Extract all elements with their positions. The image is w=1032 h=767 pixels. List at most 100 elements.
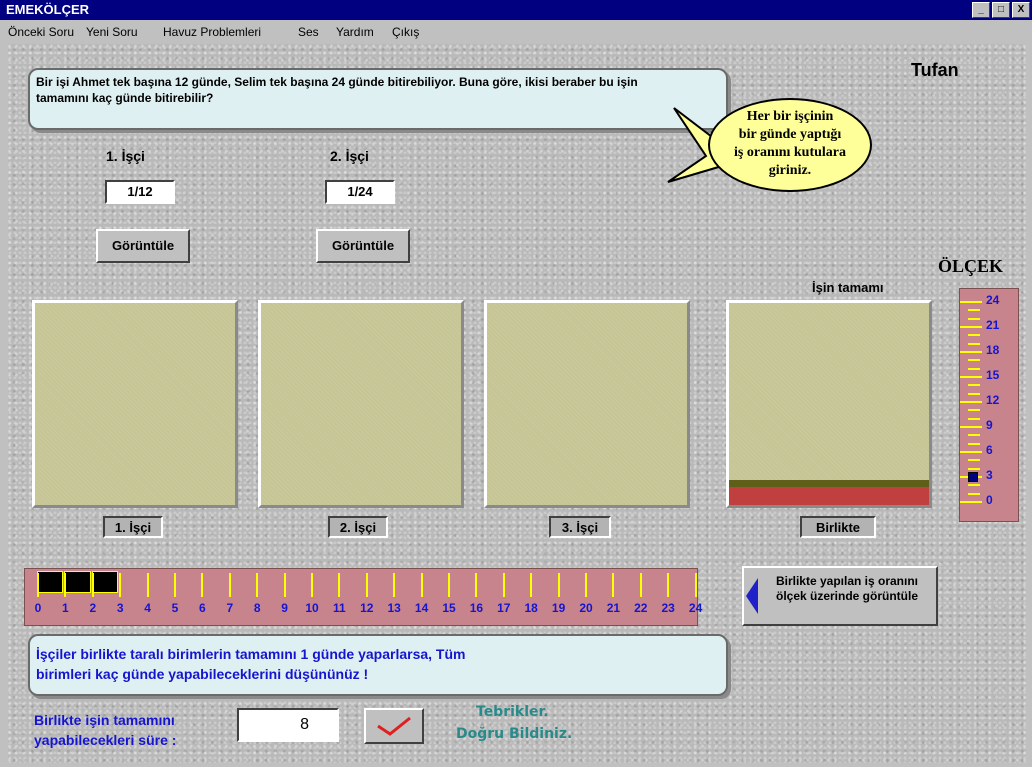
filled-unit-block [91, 571, 119, 593]
number-line-label: 16 [469, 601, 484, 615]
number-line-tick [530, 573, 533, 597]
window-title: EMEKÖLÇER [6, 2, 90, 17]
scale-tick [968, 342, 980, 345]
whole-work-label: İşin tamamı [812, 280, 884, 295]
scale-label: 18 [986, 343, 1000, 357]
number-line-tick [420, 573, 423, 597]
scale-tick [968, 334, 980, 337]
number-line-label: 0 [34, 601, 42, 615]
worker2-label: 2. İşçi [330, 148, 369, 164]
scale-label: 21 [986, 318, 1000, 332]
scale-title: ÖLÇEK [938, 256, 1004, 276]
number-line-label: 3 [116, 601, 124, 615]
number-line-tick [174, 573, 176, 597]
number-line-label: 9 [281, 601, 288, 615]
scale-tick [968, 417, 980, 420]
left-arrow-icon [746, 578, 758, 614]
show-on-scale-button[interactable]: Birlikte yapılan iş oranını ölçek üzerin… [742, 566, 938, 626]
filled-unit-block [64, 571, 91, 593]
scale-tick [968, 492, 980, 495]
worker3-box-label: 3. İşçi [549, 516, 611, 538]
scale-tick [960, 326, 982, 328]
scale-tick [968, 467, 980, 470]
question-panel: Bir işi Ahmet tek başına 12 günde, Selim… [28, 68, 728, 130]
close-button[interactable]: X [1012, 2, 1030, 18]
hint-bubble: Her bir işçinin bir günde yaptığı iş ora… [708, 98, 872, 192]
minimize-button[interactable]: _ [972, 2, 990, 18]
number-line-label: 17 [497, 601, 511, 615]
number-line-tick [585, 573, 587, 597]
number-line-label: 10 [305, 601, 319, 615]
menu-pool-problems[interactable]: Havuz Problemleri [163, 25, 261, 39]
main-area: Bir işi Ahmet tek başına 12 günde, Selim… [8, 44, 1026, 763]
worker1-ratio-input[interactable]: 1/12 [105, 180, 175, 204]
scale-tick [968, 434, 980, 437]
number-line-tick [119, 573, 122, 597]
check-button[interactable] [364, 708, 424, 744]
together-fill-border [729, 479, 929, 488]
worker1-box [32, 300, 238, 508]
maximize-button[interactable]: □ [992, 2, 1010, 18]
menu-help[interactable]: Yardım [336, 25, 374, 39]
number-line-label: 23 [661, 601, 675, 615]
worker2-show-button[interactable]: Görüntüle [316, 229, 410, 263]
hint-line: iş oranını kutulara [733, 145, 847, 160]
number-line-label: 1 [62, 601, 69, 615]
worker3-box [484, 300, 690, 508]
number-line-label: 19 [551, 601, 566, 615]
menu-previous-question[interactable]: Önceki Soru [8, 25, 74, 39]
question-text: Bir işi Ahmet tek başına 12 günde, Selim… [36, 75, 638, 105]
scale-tick [968, 459, 980, 462]
number-line: 0 1 2 3 4 5 6 7 8 9 10 11 12 13 14 15 16 17 18 19 20 21 22 23 24 [24, 568, 702, 626]
filled-unit-block [37, 571, 64, 593]
menu-exit[interactable]: Çıkış [392, 25, 419, 39]
number-line-tick [365, 573, 368, 597]
scale-tick [960, 401, 982, 403]
number-line-tick [283, 573, 286, 597]
number-line-tick [393, 573, 396, 597]
number-line-label: 14 [414, 601, 429, 615]
number-line-label: 21 [606, 601, 621, 615]
menu-sound[interactable]: Ses [298, 25, 319, 39]
hint-line: bir günde yaptığı [738, 127, 842, 142]
info-text: İşçiler birlikte taralı birimlerin tamam… [36, 646, 466, 682]
scale-tick [960, 376, 982, 378]
scale-tick [968, 384, 980, 387]
congrats-title: Tebrikler. [476, 704, 549, 720]
scale-tick [968, 442, 980, 445]
number-line-label: 11 [333, 601, 346, 615]
scale-tick [968, 484, 980, 487]
congrats-message: Doğru Bildiniz. [456, 726, 573, 742]
number-line-tick [612, 573, 615, 597]
scale-tick [968, 409, 980, 412]
number-line-tick [91, 573, 94, 597]
number-line-tick [448, 573, 450, 597]
scale-label: 12 [986, 393, 1000, 407]
number-line-label: 7 [226, 601, 234, 615]
checkmark-icon [377, 716, 411, 736]
number-line-tick [667, 573, 670, 597]
menu-bar: Önceki Soru Yeni Soru Havuz Problemleri … [0, 20, 1032, 44]
show-on-scale-label: Birlikte yapılan iş oranını ölçek üzerin… [775, 574, 919, 603]
number-line-label: 24 [688, 601, 703, 615]
scale-label: 15 [986, 368, 1000, 382]
scale-tick [968, 392, 980, 395]
hint-line: Her bir işçinin [746, 109, 834, 124]
number-line-tick [557, 573, 560, 597]
scale-tick [960, 351, 982, 353]
menu-new-question[interactable]: Yeni Soru [86, 25, 138, 39]
scale-label: 24 [986, 293, 1000, 307]
number-line-tick [146, 573, 149, 597]
worker2-ratio-input[interactable]: 1/24 [325, 180, 395, 204]
number-line-tick [256, 573, 259, 597]
together-box [726, 300, 932, 508]
worker1-show-button[interactable]: Görüntüle [96, 229, 190, 263]
answer-input[interactable]: 8 [237, 708, 339, 742]
user-name: Tufan [911, 60, 959, 80]
scale-tick [968, 359, 980, 362]
scale-tick [960, 501, 982, 503]
hint-line: giriniz. [768, 163, 812, 178]
hint-text: Her bir işçinin bir günde yaptığı iş ora… [710, 108, 870, 180]
scale-label: 0 [986, 493, 993, 507]
number-line-tick [311, 573, 313, 597]
